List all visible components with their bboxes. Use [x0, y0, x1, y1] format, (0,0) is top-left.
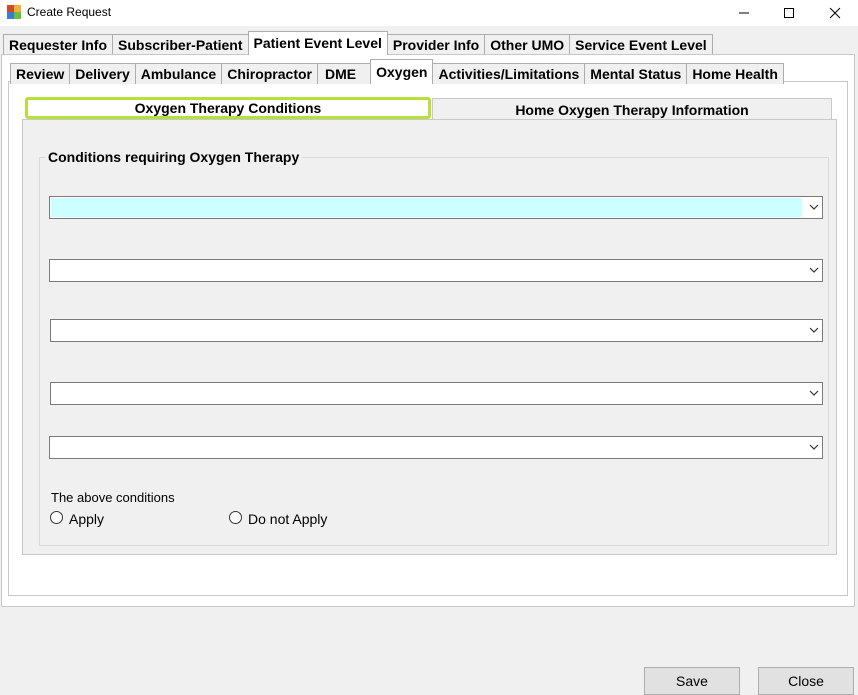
- tab-home-health[interactable]: Home Health: [686, 63, 784, 84]
- tab-ambulance[interactable]: Ambulance: [134, 63, 223, 84]
- main-tab-strip: Requester Info Subscriber-Patient Patien…: [3, 31, 713, 55]
- condition-dropdown-4-value: [52, 384, 802, 403]
- tab-delivery[interactable]: Delivery: [69, 63, 136, 84]
- chevron-down-icon: [809, 327, 819, 333]
- condition-dropdown-1[interactable]: [49, 196, 823, 219]
- sub-tab-strip: Review Delivery Ambulance Chiropractor D…: [10, 59, 784, 84]
- tab-review[interactable]: Review: [10, 63, 71, 84]
- apply-radio[interactable]: [50, 511, 63, 524]
- chevron-down-icon: [809, 390, 819, 396]
- tab-provider-info[interactable]: Provider Info: [386, 34, 486, 55]
- maximize-icon: [784, 8, 794, 18]
- apply-radio-label[interactable]: Apply: [69, 511, 104, 527]
- tab-dme[interactable]: DME: [317, 63, 372, 84]
- tab-service-event-level[interactable]: Service Event Level: [569, 34, 713, 55]
- close-window-button[interactable]: [812, 0, 858, 26]
- tab-patient-event-level[interactable]: Patient Event Level: [247, 31, 388, 55]
- tab-oxygen[interactable]: Oxygen: [370, 59, 434, 84]
- do-not-apply-radio-label[interactable]: Do not Apply: [248, 511, 327, 527]
- tab-other-umo[interactable]: Other UMO: [484, 34, 571, 55]
- condition-dropdown-3-value: [52, 321, 802, 340]
- minimize-button[interactable]: [721, 0, 767, 26]
- condition-dropdown-2[interactable]: [49, 259, 823, 282]
- app-icon: [7, 5, 21, 19]
- tab-mental-status[interactable]: Mental Status: [584, 63, 688, 84]
- tab-activities-limitations[interactable]: Activities/Limitations: [432, 63, 586, 84]
- title-bar: Create Request: [0, 0, 858, 26]
- condition-dropdown-4[interactable]: [50, 382, 823, 405]
- minimize-icon: [739, 12, 749, 14]
- conditions-group-title: Conditions requiring Oxygen Therapy: [45, 149, 303, 165]
- condition-dropdown-2-value: [51, 261, 802, 280]
- condition-dropdown-5[interactable]: [49, 436, 823, 459]
- tab-chiropractor[interactable]: Chiropractor: [221, 63, 318, 84]
- condition-dropdown-3[interactable]: [50, 319, 823, 342]
- close-button[interactable]: Close: [758, 667, 854, 695]
- above-conditions-label: The above conditions: [51, 490, 175, 505]
- do-not-apply-radio[interactable]: [229, 511, 242, 524]
- close-icon: [829, 7, 841, 19]
- window-title: Create Request: [27, 5, 112, 19]
- maximize-button[interactable]: [766, 0, 812, 26]
- chevron-down-icon: [809, 267, 819, 273]
- tab-oxygen-therapy-conditions[interactable]: Oxygen Therapy Conditions: [25, 97, 431, 119]
- condition-dropdown-1-value: [51, 198, 802, 217]
- tab-requester-info[interactable]: Requester Info: [3, 34, 114, 55]
- tab-home-oxygen-therapy-information[interactable]: Home Oxygen Therapy Information: [432, 98, 832, 120]
- chevron-down-icon: [809, 444, 819, 450]
- tab-subscriber-patient[interactable]: Subscriber-Patient: [112, 34, 249, 55]
- condition-dropdown-5-value: [51, 438, 802, 457]
- save-button[interactable]: Save: [644, 667, 740, 695]
- chevron-down-icon: [809, 204, 819, 210]
